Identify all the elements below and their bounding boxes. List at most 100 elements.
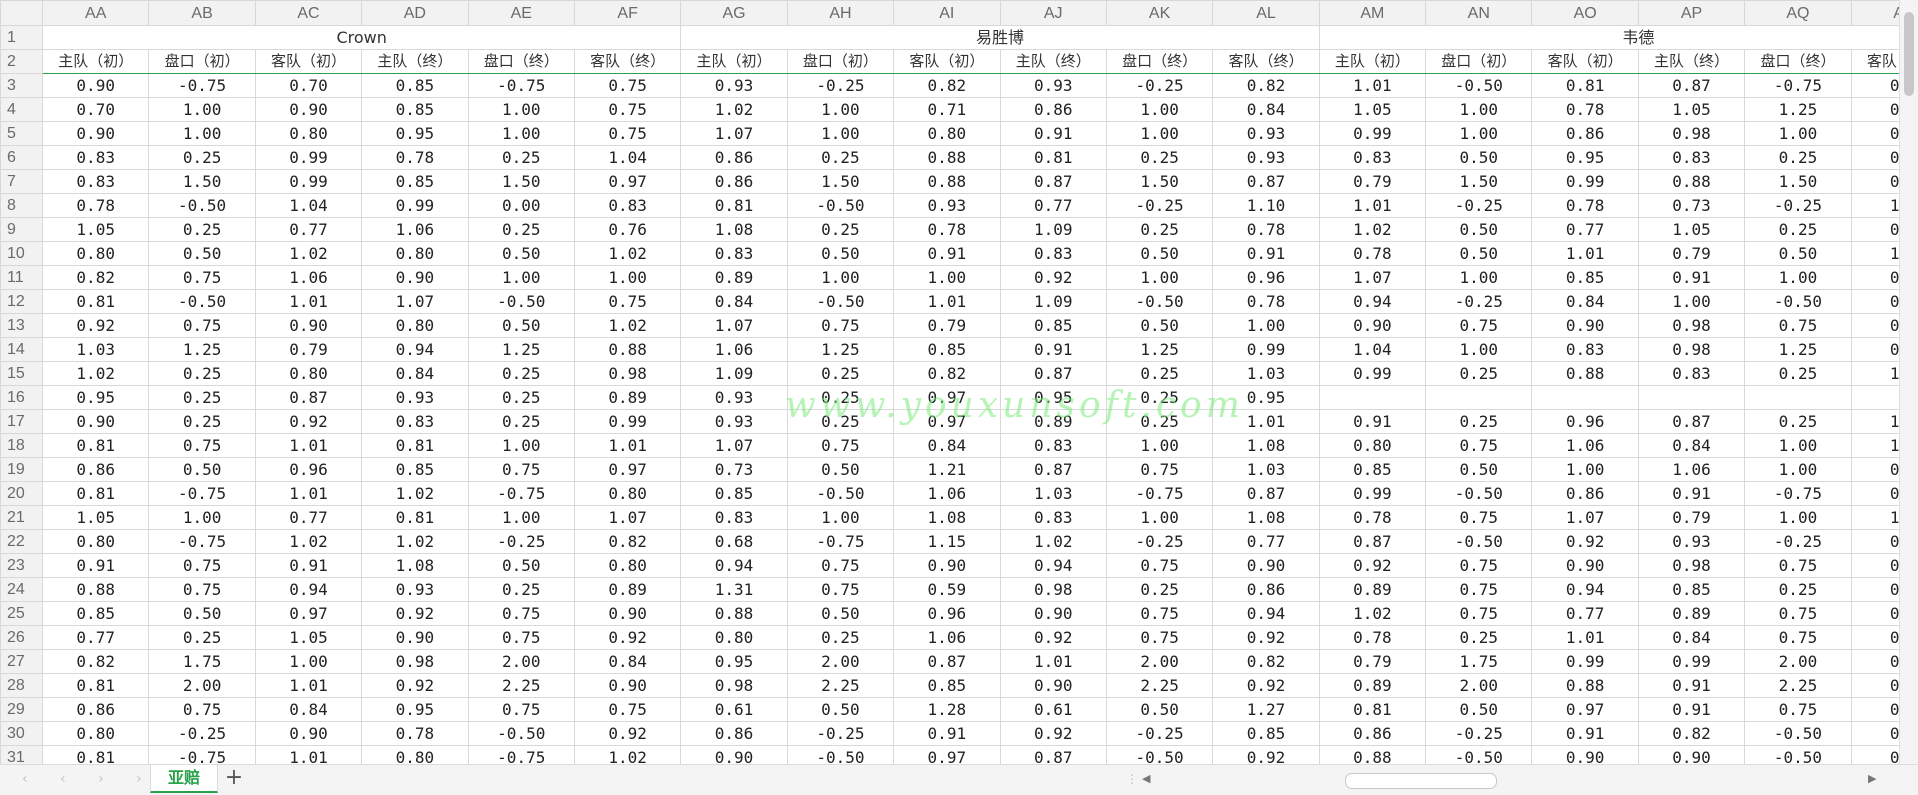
data-cell[interactable]: 0.25 [1105,145,1214,170]
data-cell[interactable]: 0.99 [361,193,469,218]
data-cell[interactable]: 0.95 [361,697,469,722]
row-header[interactable]: 4 [0,97,43,122]
data-cell[interactable]: 0.9 [1850,601,1900,626]
data-cell[interactable]: 1.01 [254,745,363,764]
data-cell[interactable]: 0.92 [573,625,682,650]
data-cell[interactable]: -0.50 [786,745,895,764]
data-cell[interactable]: 0.82 [41,265,150,290]
data-cell[interactable]: -0.75 [148,73,256,98]
data-cell[interactable]: 0.92 [1212,673,1320,698]
data-cell[interactable]: 1.00 [893,265,1001,290]
data-cell[interactable]: 1.00 [1744,433,1852,458]
data-cell[interactable]: 0.90 [573,601,682,626]
data-cell[interactable]: 1.03 [999,481,1107,506]
data-cell[interactable]: 0.9 [1850,577,1900,602]
data-cell[interactable]: 0.89 [999,409,1107,434]
data-cell[interactable]: 0.77 [254,217,363,242]
data-cell[interactable]: -0.50 [1425,529,1533,554]
data-cell[interactable]: 0.84 [680,289,788,314]
data-cell[interactable]: 1.50 [1744,169,1852,194]
sheet-tab-active[interactable]: 亚赔 [150,765,218,793]
data-cell[interactable]: 1.00 [1425,265,1533,290]
data-cell[interactable]: 1.00 [1105,121,1214,146]
data-cell[interactable]: 1.01 [573,433,682,458]
data-cell[interactable]: 1.25 [1744,97,1852,122]
data-cell[interactable]: -0.50 [786,289,895,314]
data-cell[interactable]: 0.73 [680,457,788,482]
column-header-ap[interactable]: AP [1637,0,1746,26]
data-cell[interactable]: 0.75 [1105,457,1214,482]
data-cell[interactable]: 0.75 [148,433,256,458]
data-cell[interactable]: 0.82 [1212,649,1320,674]
data-cell[interactable]: 0.25 [786,409,895,434]
data-cell[interactable]: 0.75 [786,313,895,338]
data-cell[interactable]: 0.91 [1212,241,1320,266]
data-cell[interactable]: 1.31 [680,577,788,602]
data-cell[interactable]: 0.86 [680,169,788,194]
data-cell[interactable]: 0.8 [1850,121,1900,146]
data-cell[interactable]: 0.50 [786,697,895,722]
data-cell[interactable]: 0.25 [1105,361,1214,386]
data-cell[interactable]: 0.99 [1212,337,1320,362]
data-cell[interactable]: 1.09 [999,289,1107,314]
data-cell[interactable]: 0.68 [680,529,788,554]
data-cell[interactable]: 0.85 [893,673,1001,698]
row-header[interactable]: 5 [0,121,43,146]
data-cell[interactable]: 0.75 [1105,625,1214,650]
data-cell[interactable]: 0.78 [1318,241,1427,266]
row-header[interactable]: 26 [0,625,43,650]
data-cell[interactable]: 0.8 [1850,673,1900,698]
data-cell[interactable]: 0.25 [1744,217,1852,242]
row-header[interactable]: 17 [0,409,43,434]
data-cell[interactable]: 0.99 [1318,121,1427,146]
data-cell[interactable]: 0.83 [1318,145,1427,170]
data-cell[interactable]: 1.0 [1850,433,1900,458]
data-cell[interactable]: 0.91 [41,553,150,578]
row-header[interactable]: 28 [0,673,43,698]
data-cell[interactable]: 0.79 [1318,169,1427,194]
vertical-scroll-thumb[interactable] [1904,12,1914,96]
data-cell[interactable]: 1.00 [1105,433,1214,458]
data-cell[interactable]: 0.75 [467,697,575,722]
data-cell[interactable]: 0.83 [999,433,1107,458]
data-cell[interactable]: 0.78 [1212,289,1320,314]
data-cell[interactable]: 0.25 [467,217,575,242]
data-cell[interactable]: 0.9 [1850,625,1900,650]
data-cell[interactable]: 0.75 [573,97,682,122]
data-cell[interactable]: -0.75 [1105,481,1214,506]
data-cell[interactable]: 0.88 [1531,361,1639,386]
data-cell[interactable]: 0.75 [1425,601,1533,626]
subheader-cell[interactable]: 主队（初） [1318,49,1427,74]
data-cell[interactable]: 0.25 [786,145,895,170]
data-cell[interactable]: 0.82 [41,649,150,674]
data-cell[interactable]: 1.21 [893,457,1001,482]
data-cell[interactable]: 0.89 [1318,673,1427,698]
data-cell[interactable]: 0.75 [573,697,682,722]
data-cell[interactable]: 0.25 [467,361,575,386]
data-cell[interactable]: 0.25 [786,625,895,650]
column-header-aj[interactable]: AJ [999,0,1107,26]
data-cell[interactable]: 0.9 [1850,745,1900,764]
data-cell[interactable]: -0.50 [1425,481,1533,506]
data-cell[interactable]: 0.50 [1425,241,1533,266]
data-cell[interactable]: 0.98 [1637,553,1746,578]
data-cell[interactable]: 0.79 [254,337,363,362]
data-cell[interactable]: 1.00 [1637,289,1746,314]
column-header-aq[interactable]: AQ [1744,0,1852,26]
data-cell[interactable]: 0.81 [361,505,469,530]
data-cell[interactable]: 1.07 [361,289,469,314]
data-cell[interactable]: 0.81 [41,433,150,458]
subheader-cell[interactable]: 盘口（终） [1744,49,1852,74]
data-cell[interactable]: 0.87 [1637,73,1746,98]
data-cell[interactable]: 0.92 [361,673,469,698]
data-cell[interactable]: -0.25 [467,529,575,554]
subheader-cell[interactable]: 主队（终） [361,49,469,74]
data-cell[interactable]: 1.01 [893,289,1001,314]
data-cell[interactable]: 1.09 [999,217,1107,242]
data-cell[interactable]: 0.90 [1531,745,1639,764]
data-cell[interactable]: 0.61 [680,697,788,722]
data-cell[interactable]: 0.75 [573,73,682,98]
data-cell[interactable]: 0.87 [999,361,1107,386]
data-cell[interactable]: 0.78 [1318,505,1427,530]
data-cell[interactable]: 1.02 [573,241,682,266]
